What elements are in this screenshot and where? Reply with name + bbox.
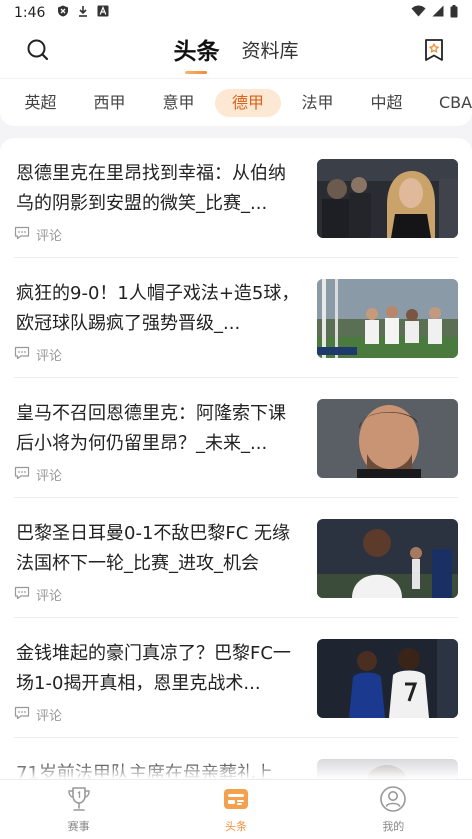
news-title: 恩德里克在里昂找到幸福：从伯纳乌的阴影到安盟的微笑_比赛_... bbox=[16, 163, 286, 214]
news-title: 巴黎圣日耳曼0-1不敌巴黎FC 无缘法国杯下一轮_比赛_进攻_机会 bbox=[16, 523, 291, 574]
category-csl[interactable]: 中超 bbox=[352, 89, 421, 117]
tab-database[interactable]: 资料库 bbox=[241, 36, 298, 69]
comment-label[interactable]: 评论 bbox=[36, 225, 62, 244]
wifi-icon bbox=[411, 5, 426, 21]
news-thumbnail bbox=[317, 519, 458, 598]
comment-label[interactable]: 评论 bbox=[36, 705, 62, 724]
signal-icon bbox=[432, 5, 444, 21]
download-icon bbox=[77, 5, 89, 21]
news-item[interactable]: 金钱堆起的豪门真凉了？巴黎FC一场1-0揭开真相，恩里克战术... 评论 bbox=[14, 618, 458, 738]
news-title: 疯狂的9-0！1人帽子戏法+造5球，欧冠球队踢疯了强势晋级_... bbox=[16, 283, 300, 334]
comment-icon bbox=[14, 586, 30, 604]
league-category-bar: 英超 西甲 意甲 德甲 法甲 中超 CBA bbox=[0, 78, 472, 126]
a-icon bbox=[97, 5, 109, 21]
news-feed: 恩德里克在里昂找到幸福：从伯纳乌的阴影到安盟的微笑_比赛_... 评论 疯狂的9… bbox=[0, 138, 472, 839]
header-tabs: 头条 资料库 bbox=[0, 26, 472, 78]
comment-label[interactable]: 评论 bbox=[36, 585, 62, 604]
tab-profile[interactable]: 我的 bbox=[315, 780, 472, 839]
tab-profile-label: 我的 bbox=[382, 820, 405, 833]
comment-label[interactable]: 评论 bbox=[36, 465, 62, 484]
category-cba[interactable]: CBA bbox=[421, 89, 472, 117]
comment-icon bbox=[14, 226, 30, 244]
tab-headlines[interactable]: 头条 bbox=[173, 32, 219, 72]
news-title: 金钱堆起的豪门真凉了？巴黎FC一场1-0揭开真相，恩里克战术... bbox=[16, 643, 291, 694]
news-icon bbox=[222, 785, 250, 816]
news-item[interactable]: 恩德里克在里昂找到幸福：从伯纳乌的阴影到安盟的微笑_比赛_... 评论 bbox=[14, 138, 458, 258]
news-thumbnail bbox=[317, 279, 458, 358]
bookmark-star-icon bbox=[423, 38, 445, 66]
comment-icon bbox=[14, 346, 30, 364]
tab-matches[interactable]: 赛事 bbox=[0, 780, 157, 839]
bookmark-button[interactable] bbox=[414, 32, 454, 72]
shield-icon bbox=[57, 5, 69, 21]
news-item[interactable]: 皇马不召回恩德里克：阿隆索下课后小将为何仍留里昂？_未来_... 评论 bbox=[14, 378, 458, 498]
category-premier-league[interactable]: 英超 bbox=[6, 89, 75, 117]
news-thumbnail bbox=[317, 159, 458, 238]
search-icon bbox=[26, 38, 50, 66]
bottom-tab-bar: 赛事 头条 我的 bbox=[0, 779, 472, 839]
status-time: 1:46 bbox=[14, 5, 46, 21]
tab-news-label: 头条 bbox=[224, 820, 247, 833]
status-bar: 1:46 bbox=[0, 0, 472, 26]
news-item[interactable]: 巴黎圣日耳曼0-1不敌巴黎FC 无缘法国杯下一轮_比赛_进攻_机会 评论 bbox=[14, 498, 458, 618]
battery-icon bbox=[450, 4, 458, 22]
category-la-liga[interactable]: 西甲 bbox=[75, 89, 144, 117]
top-header: 头条 资料库 bbox=[0, 26, 472, 78]
news-item[interactable]: 疯狂的9-0！1人帽子戏法+造5球，欧冠球队踢疯了强势晋级_... 评论 bbox=[14, 258, 458, 378]
app-screen: 1:46 头条 资料库 英超 西甲 意甲 德甲 法甲 中超 CBA 恩德里克在里… bbox=[0, 0, 472, 839]
category-serie-a[interactable]: 意甲 bbox=[144, 89, 213, 117]
news-thumbnail bbox=[317, 639, 458, 718]
search-button[interactable] bbox=[18, 32, 58, 72]
comment-label[interactable]: 评论 bbox=[36, 345, 62, 364]
category-ligue-1[interactable]: 法甲 bbox=[283, 89, 352, 117]
news-title: 皇马不召回恩德里克：阿隆索下课后小将为何仍留里昂？_未来_... bbox=[16, 403, 286, 454]
news-thumbnail bbox=[317, 399, 458, 478]
user-icon bbox=[379, 785, 407, 816]
comment-icon bbox=[14, 706, 30, 724]
category-bundesliga[interactable]: 德甲 bbox=[215, 88, 281, 117]
comment-icon bbox=[14, 466, 30, 484]
tab-matches-label: 赛事 bbox=[67, 820, 90, 833]
tab-news[interactable]: 头条 bbox=[157, 780, 314, 839]
trophy-icon bbox=[65, 785, 93, 816]
